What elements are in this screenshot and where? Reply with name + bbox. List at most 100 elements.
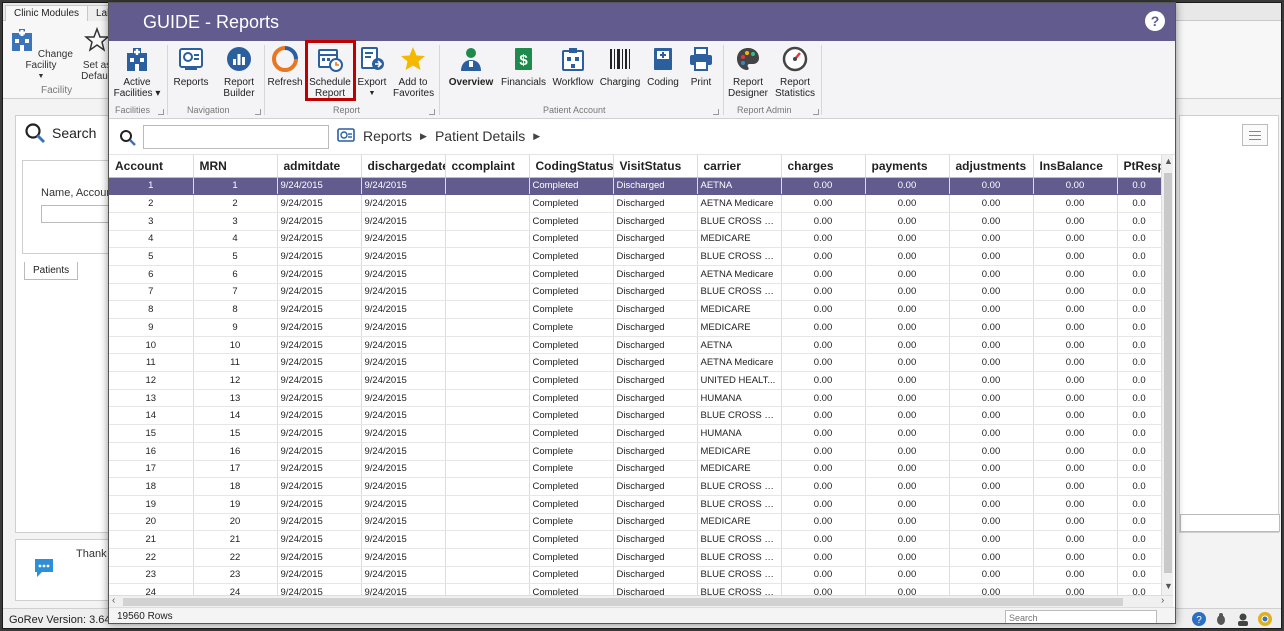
charging-label: Charging — [599, 77, 641, 88]
column-header[interactable]: VisitStatus — [613, 155, 698, 178]
tab-clinic-modules[interactable]: Clinic Modules — [5, 5, 89, 21]
table-row[interactable]: 23 23 9/24/2015 9/24/2015 Completed Discharge… — [109, 566, 1162, 585]
horizontal-scrollbar[interactable]: ‹ › — [109, 595, 1173, 607]
table-row[interactable]: 24 24 9/24/2015 9/24/2015 Completed Discharge… — [109, 583, 1162, 595]
chat-icon[interactable] — [32, 556, 56, 580]
table-row[interactable]: 21 21 9/24/2015 9/24/2015 Completed Discharge… — [109, 530, 1162, 549]
column-header[interactable]: Account — [109, 155, 194, 178]
table-row[interactable]: 3 3 9/24/2015 9/24/2015 Completed Discharged B… — [109, 212, 1162, 231]
report-designer-button[interactable]: Report Designer — [727, 45, 769, 99]
refresh-button[interactable]: Refresh — [267, 45, 303, 88]
table-row[interactable]: 16 16 9/24/2015 9/24/2015 Complete Discharged… — [109, 442, 1162, 461]
group-launcher-icon[interactable] — [813, 109, 819, 115]
report-statistics-button[interactable]: Report Statistics — [773, 45, 817, 99]
table-row[interactable]: 9 9 9/24/2015 9/24/2015 Complete Discharged ME… — [109, 318, 1162, 337]
help-button[interactable]: ? — [1145, 11, 1165, 31]
table-row[interactable]: 20 20 9/24/2015 9/24/2015 Complete Discharged… — [109, 513, 1162, 532]
column-header[interactable]: MRN — [193, 155, 278, 178]
table-row[interactable]: 11 11 9/24/2015 9/24/2015 Completed Discharge… — [109, 353, 1162, 373]
report-builder-button[interactable]: Report Builder — [219, 45, 259, 99]
group-launcher-icon[interactable] — [158, 109, 164, 115]
horizontal-scroll-thumb[interactable] — [123, 598, 1123, 606]
table-cell: 15 — [109, 424, 194, 443]
table-cell: 9/24/2015 — [277, 477, 362, 496]
table-row[interactable]: 8 8 9/24/2015 9/24/2015 Complete Discharged ME… — [109, 300, 1162, 319]
table-cell: 0.00 — [1033, 353, 1118, 373]
reports-button[interactable]: Reports — [173, 45, 209, 88]
breadcrumb-patient-details[interactable]: Patient Details — [435, 128, 525, 144]
table-row[interactable]: 2 2 9/24/2015 9/24/2015 Completed Discharged A… — [109, 194, 1162, 213]
table-row[interactable]: 12 12 9/24/2015 9/24/2015 Completed Discharge… — [109, 371, 1162, 390]
table-cell: 0.00 — [781, 566, 866, 585]
group-launcher-icon[interactable] — [713, 109, 719, 115]
column-header[interactable]: admitdate — [277, 155, 362, 178]
vertical-scrollbar[interactable]: ▲ ▼ — [1161, 155, 1173, 595]
patients-tab[interactable]: Patients — [24, 262, 79, 280]
overview-button[interactable]: Overview — [445, 45, 497, 88]
table-row[interactable]: 22 22 9/24/2015 9/24/2015 Completed Discharge… — [109, 548, 1162, 567]
table-cell: 0.00 — [781, 177, 866, 196]
group-launcher-icon[interactable] — [429, 109, 435, 115]
coding-button[interactable]: Coding — [645, 45, 681, 88]
workflow-label: Workflow — [552, 77, 594, 88]
grid-search-input[interactable] — [1005, 610, 1157, 623]
table-row[interactable]: 14 14 9/24/2015 9/24/2015 Completed Discharge… — [109, 406, 1162, 426]
column-header[interactable]: dischargedate — [361, 155, 446, 178]
breadcrumb-reports[interactable]: Reports — [363, 128, 412, 144]
change-facility-button[interactable]: Change Facility ▼ — [7, 27, 75, 82]
scroll-down-icon[interactable]: ▼ — [1164, 581, 1173, 591]
charging-button[interactable]: Charging — [599, 45, 641, 88]
breadcrumb-arrow-icon: ▶ — [533, 130, 541, 141]
table-cell: 0.00 — [1033, 583, 1118, 595]
column-header[interactable]: carrier — [697, 155, 782, 178]
chrome-icon[interactable] — [1257, 611, 1273, 627]
table-row[interactable]: 4 4 9/24/2015 9/24/2015 Completed Discharged M… — [109, 230, 1162, 249]
financials-button[interactable]: $ Financials — [501, 45, 546, 88]
column-header[interactable]: adjustments — [949, 155, 1034, 178]
table-row[interactable]: 13 13 9/24/2015 9/24/2015 Completed Discharge… — [109, 389, 1162, 408]
right-panel-input[interactable] — [1180, 514, 1280, 532]
column-header[interactable]: PtResp — [1117, 155, 1162, 178]
table-cell: Completed — [529, 406, 614, 426]
table-cell: 0.00 — [949, 583, 1034, 595]
table-row[interactable]: 10 10 9/24/2015 9/24/2015 Completed Discharge… — [109, 336, 1162, 355]
facilities-group-label: Facilities — [115, 105, 151, 115]
table-cell: 9/24/2015 — [277, 406, 362, 426]
export-button[interactable]: Export ▼ — [356, 45, 388, 99]
hamburger-menu-button[interactable] — [1242, 124, 1268, 146]
coding-label: Coding — [647, 77, 679, 88]
table-row[interactable]: 19 19 9/24/2015 9/24/2015 Completed Discharge… — [109, 495, 1162, 514]
table-cell: 0.00 — [865, 300, 950, 319]
column-header[interactable]: payments — [865, 155, 950, 178]
column-header[interactable]: charges — [781, 155, 866, 178]
table-cell: 0.00 — [781, 548, 866, 567]
table-cell: 0.00 — [865, 389, 950, 408]
column-header[interactable]: InsBalance — [1033, 155, 1118, 178]
help-icon[interactable]: ? — [1191, 611, 1207, 627]
scroll-up-icon[interactable]: ▲ — [1164, 156, 1173, 166]
scroll-right-icon[interactable]: › — [1161, 595, 1164, 606]
active-facilities-button[interactable]: Active Facilities ▾ — [113, 45, 161, 99]
workflow-button[interactable]: Workflow — [551, 45, 595, 88]
user-icon[interactable] — [1235, 611, 1251, 627]
report-search-input[interactable] — [143, 125, 329, 149]
vertical-scroll-thumb[interactable] — [1164, 173, 1172, 573]
table-cell: 0.0 — [1117, 513, 1162, 532]
table-row[interactable]: 6 6 9/24/2015 9/24/2015 Completed Discharged A… — [109, 265, 1162, 284]
table-row[interactable]: 18 18 9/24/2015 9/24/2015 Completed Discharge… — [109, 477, 1162, 496]
table-row[interactable]: 17 17 9/24/2015 9/24/2015 Complete Discharged… — [109, 460, 1162, 479]
column-header[interactable]: ccomplaint — [445, 155, 530, 178]
scroll-left-icon[interactable]: ‹ — [112, 595, 115, 606]
table-row[interactable]: 7 7 9/24/2015 9/24/2015 Completed Discharged B… — [109, 283, 1162, 302]
table-cell: BLUE CROSS B... — [697, 566, 782, 585]
table-row[interactable]: 5 5 9/24/2015 9/24/2015 Completed Discharged B… — [109, 247, 1162, 266]
table-row[interactable]: 1 1 9/24/2015 9/24/2015 Completed Discharged A… — [109, 177, 1162, 196]
add-to-favorites-button[interactable]: Add to Favorites — [393, 45, 434, 99]
print-button[interactable]: Print — [685, 45, 717, 88]
table-row[interactable]: 15 15 9/24/2015 9/24/2015 Completed Discharge… — [109, 424, 1162, 443]
menu-line-icon — [1249, 135, 1261, 136]
table-cell: 9 — [109, 318, 194, 337]
group-launcher-icon[interactable] — [255, 109, 261, 115]
column-header[interactable]: CodingStatus — [529, 155, 614, 178]
bug-icon[interactable] — [1213, 611, 1229, 627]
